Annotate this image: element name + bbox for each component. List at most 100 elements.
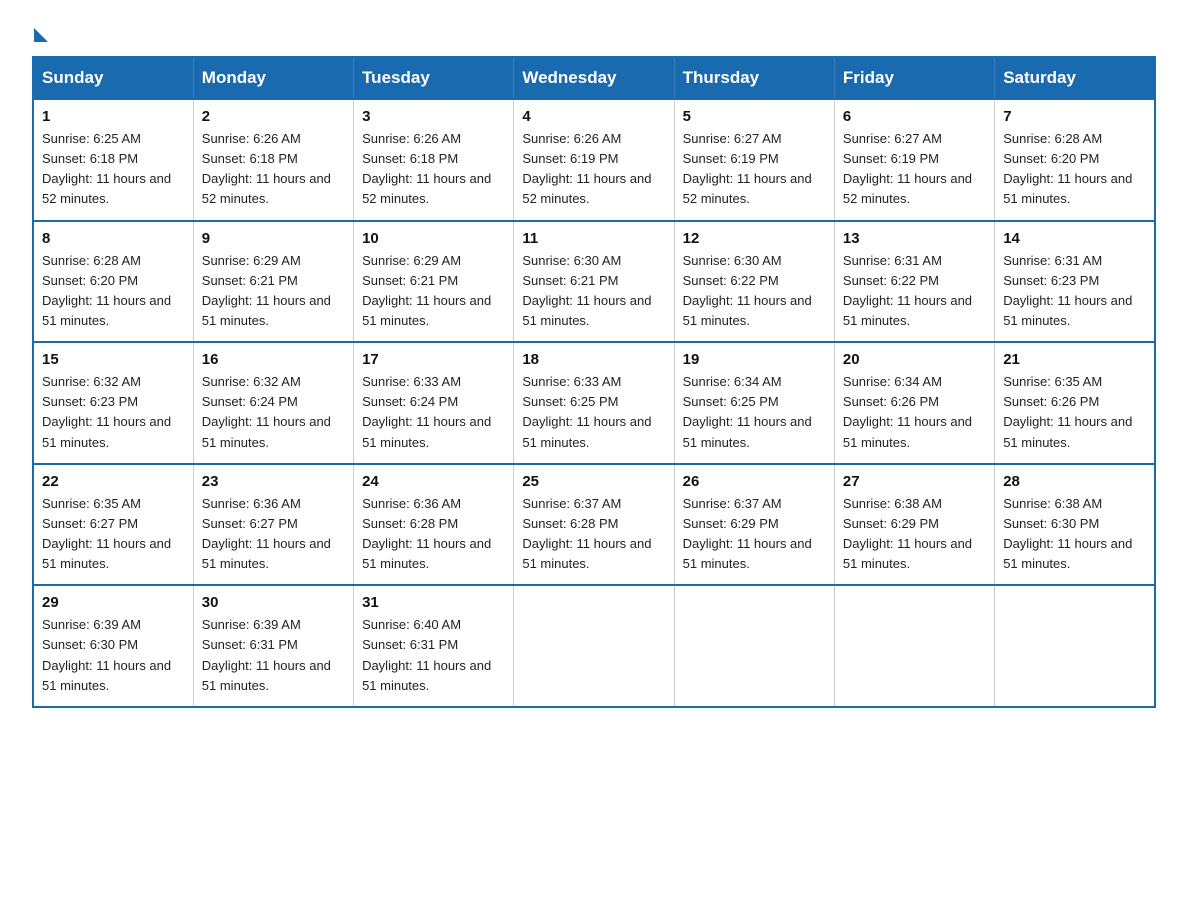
day-info: Sunrise: 6:28 AMSunset: 6:20 PMDaylight:… — [42, 251, 185, 332]
day-info: Sunrise: 6:40 AMSunset: 6:31 PMDaylight:… — [362, 615, 505, 696]
day-info: Sunrise: 6:37 AMSunset: 6:29 PMDaylight:… — [683, 494, 826, 575]
day-number: 24 — [362, 473, 505, 490]
calendar-cell: 28Sunrise: 6:38 AMSunset: 6:30 PMDayligh… — [995, 464, 1155, 586]
logo-top — [32, 24, 48, 42]
calendar-cell: 9Sunrise: 6:29 AMSunset: 6:21 PMDaylight… — [193, 221, 353, 343]
day-info: Sunrise: 6:26 AMSunset: 6:19 PMDaylight:… — [522, 129, 665, 210]
calendar-cell: 14 Sunrise: 6:31 AMSunset: 6:23 PMDayligh… — [995, 221, 1155, 343]
calendar-cell: 4 Sunrise: 6:26 AMSunset: 6:19 PMDaylight… — [514, 99, 674, 221]
calendar-week-row: 1 Sunrise: 6:25 AMSunset: 6:18 PMDaylight… — [33, 99, 1155, 221]
calendar-cell: 24 Sunrise: 6:36 AMSunset: 6:28 PMDayligh… — [354, 464, 514, 586]
day-info: Sunrise: 6:34 AMSunset: 6:26 PMDaylight:… — [843, 372, 986, 453]
day-info: Sunrise: 6:38 AMSunset: 6:30 PMDaylight:… — [1003, 494, 1146, 575]
day-number: 14 — [1003, 230, 1146, 247]
day-number: 13 — [843, 230, 986, 247]
calendar-cell: 15 Sunrise: 6:32 AMSunset: 6:23 PMDayligh… — [33, 342, 193, 464]
day-info: Sunrise: 6:36 AMSunset: 6:27 PMDaylight:… — [202, 494, 345, 575]
day-info: Sunrise: 6:39 AMSunset: 6:30 PMDaylight:… — [42, 615, 185, 696]
calendar-cell: 11 Sunrise: 6:30 AMSunset: 6:21 PMDayligh… — [514, 221, 674, 343]
weekday-header-thursday: Thursday — [674, 57, 834, 99]
calendar-cell: 16Sunrise: 6:32 AMSunset: 6:24 PMDayligh… — [193, 342, 353, 464]
weekday-header-friday: Friday — [834, 57, 994, 99]
calendar-cell: 27Sunrise: 6:38 AMSunset: 6:29 PMDayligh… — [834, 464, 994, 586]
day-number: 11 — [522, 230, 665, 247]
calendar-cell: 6Sunrise: 6:27 AMSunset: 6:19 PMDaylight… — [834, 99, 994, 221]
day-info: Sunrise: 6:35 AMSunset: 6:27 PMDaylight:… — [42, 494, 185, 575]
page-header — [32, 24, 1156, 38]
day-info: Sunrise: 6:33 AMSunset: 6:24 PMDaylight:… — [362, 372, 505, 453]
day-number: 7 — [1003, 108, 1146, 125]
day-number: 5 — [683, 108, 826, 125]
calendar-table: SundayMondayTuesdayWednesdayThursdayFrid… — [32, 56, 1156, 708]
calendar-cell — [995, 585, 1155, 707]
day-number: 18 — [522, 351, 665, 368]
day-info: Sunrise: 6:28 AMSunset: 6:20 PMDaylight:… — [1003, 129, 1146, 210]
weekday-header-monday: Monday — [193, 57, 353, 99]
calendar-week-row: 22 Sunrise: 6:35 AMSunset: 6:27 PMDayligh… — [33, 464, 1155, 586]
day-number: 22 — [42, 473, 185, 490]
logo — [32, 24, 48, 38]
day-number: 25 — [522, 473, 665, 490]
day-info: Sunrise: 6:35 AMSunset: 6:26 PMDaylight:… — [1003, 372, 1146, 453]
calendar-cell: 20 Sunrise: 6:34 AMSunset: 6:26 PMDayligh… — [834, 342, 994, 464]
day-number: 29 — [42, 594, 185, 611]
calendar-cell: 17 Sunrise: 6:33 AMSunset: 6:24 PMDayligh… — [354, 342, 514, 464]
day-number: 17 — [362, 351, 505, 368]
day-info: Sunrise: 6:26 AMSunset: 6:18 PMDaylight:… — [362, 129, 505, 210]
day-info: Sunrise: 6:26 AMSunset: 6:18 PMDaylight:… — [202, 129, 345, 210]
day-number: 23 — [202, 473, 345, 490]
day-number: 20 — [843, 351, 986, 368]
calendar-cell — [514, 585, 674, 707]
calendar-week-row: 15 Sunrise: 6:32 AMSunset: 6:23 PMDayligh… — [33, 342, 1155, 464]
calendar-cell: 22 Sunrise: 6:35 AMSunset: 6:27 PMDayligh… — [33, 464, 193, 586]
calendar-cell: 5Sunrise: 6:27 AMSunset: 6:19 PMDaylight… — [674, 99, 834, 221]
day-info: Sunrise: 6:25 AMSunset: 6:18 PMDaylight:… — [42, 129, 185, 210]
weekday-row: SundayMondayTuesdayWednesdayThursdayFrid… — [33, 57, 1155, 99]
calendar-cell: 30 Sunrise: 6:39 AMSunset: 6:31 PMDayligh… — [193, 585, 353, 707]
day-info: Sunrise: 6:30 AMSunset: 6:21 PMDaylight:… — [522, 251, 665, 332]
calendar-cell: 2 Sunrise: 6:26 AMSunset: 6:18 PMDaylight… — [193, 99, 353, 221]
day-number: 31 — [362, 594, 505, 611]
day-info: Sunrise: 6:31 AMSunset: 6:23 PMDaylight:… — [1003, 251, 1146, 332]
calendar-body: 1 Sunrise: 6:25 AMSunset: 6:18 PMDaylight… — [33, 99, 1155, 707]
calendar-cell: 23 Sunrise: 6:36 AMSunset: 6:27 PMDayligh… — [193, 464, 353, 586]
calendar-week-row: 29 Sunrise: 6:39 AMSunset: 6:30 PMDayligh… — [33, 585, 1155, 707]
day-info: Sunrise: 6:32 AMSunset: 6:23 PMDaylight:… — [42, 372, 185, 453]
calendar-cell: 12Sunrise: 6:30 AMSunset: 6:22 PMDayligh… — [674, 221, 834, 343]
day-info: Sunrise: 6:31 AMSunset: 6:22 PMDaylight:… — [843, 251, 986, 332]
day-info: Sunrise: 6:29 AMSunset: 6:21 PMDaylight:… — [362, 251, 505, 332]
day-number: 1 — [42, 108, 185, 125]
calendar-cell: 13 Sunrise: 6:31 AMSunset: 6:22 PMDayligh… — [834, 221, 994, 343]
calendar-cell: 3Sunrise: 6:26 AMSunset: 6:18 PMDaylight… — [354, 99, 514, 221]
day-number: 12 — [683, 230, 826, 247]
calendar-cell: 19Sunrise: 6:34 AMSunset: 6:25 PMDayligh… — [674, 342, 834, 464]
weekday-header-saturday: Saturday — [995, 57, 1155, 99]
weekday-header-sunday: Sunday — [33, 57, 193, 99]
day-number: 4 — [522, 108, 665, 125]
calendar-cell: 29 Sunrise: 6:39 AMSunset: 6:30 PMDayligh… — [33, 585, 193, 707]
weekday-header-tuesday: Tuesday — [354, 57, 514, 99]
day-number: 2 — [202, 108, 345, 125]
day-number: 30 — [202, 594, 345, 611]
calendar-cell: 1 Sunrise: 6:25 AMSunset: 6:18 PMDaylight… — [33, 99, 193, 221]
day-info: Sunrise: 6:37 AMSunset: 6:28 PMDaylight:… — [522, 494, 665, 575]
day-info: Sunrise: 6:39 AMSunset: 6:31 PMDaylight:… — [202, 615, 345, 696]
day-number: 8 — [42, 230, 185, 247]
day-info: Sunrise: 6:33 AMSunset: 6:25 PMDaylight:… — [522, 372, 665, 453]
calendar-cell: 10Sunrise: 6:29 AMSunset: 6:21 PMDayligh… — [354, 221, 514, 343]
calendar-cell: 18 Sunrise: 6:33 AMSunset: 6:25 PMDayligh… — [514, 342, 674, 464]
calendar-cell: 25 Sunrise: 6:37 AMSunset: 6:28 PMDayligh… — [514, 464, 674, 586]
day-number: 15 — [42, 351, 185, 368]
day-number: 9 — [202, 230, 345, 247]
calendar-cell: 31 Sunrise: 6:40 AMSunset: 6:31 PMDayligh… — [354, 585, 514, 707]
day-number: 6 — [843, 108, 986, 125]
calendar-cell — [834, 585, 994, 707]
calendar-cell: 7 Sunrise: 6:28 AMSunset: 6:20 PMDaylight… — [995, 99, 1155, 221]
day-info: Sunrise: 6:36 AMSunset: 6:28 PMDaylight:… — [362, 494, 505, 575]
day-number: 26 — [683, 473, 826, 490]
day-number: 16 — [202, 351, 345, 368]
calendar-cell: 26 Sunrise: 6:37 AMSunset: 6:29 PMDayligh… — [674, 464, 834, 586]
day-number: 27 — [843, 473, 986, 490]
calendar-cell — [674, 585, 834, 707]
calendar-header: SundayMondayTuesdayWednesdayThursdayFrid… — [33, 57, 1155, 99]
